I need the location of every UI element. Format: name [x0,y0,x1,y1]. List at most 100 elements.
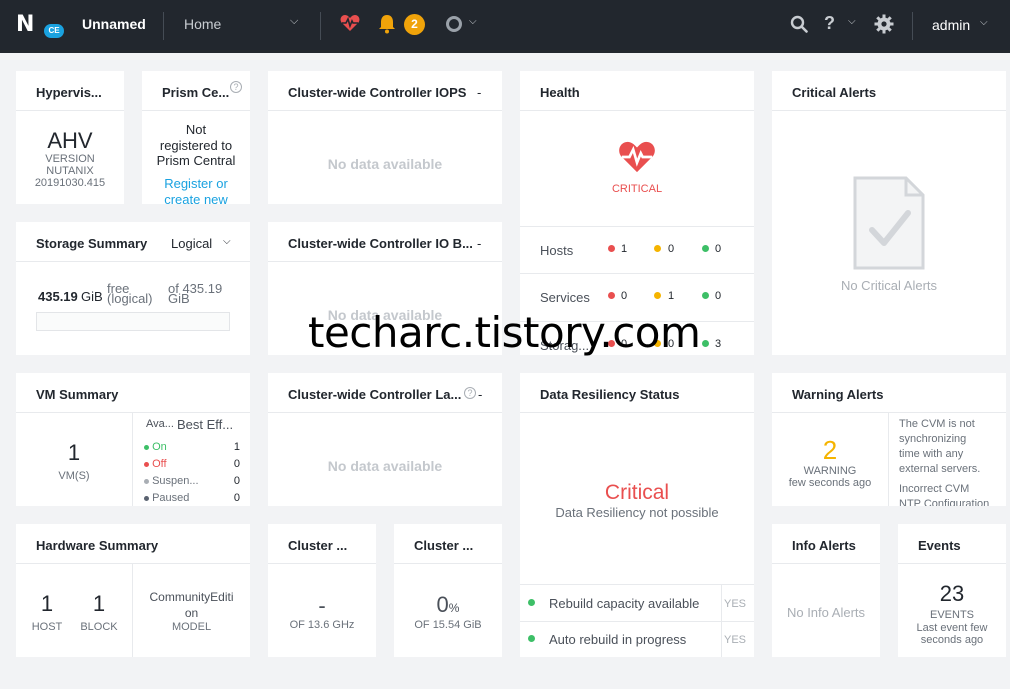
list-item: On 1 [144,439,244,456]
controller-latency-widget[interactable]: Cluster-wide Controller La... ? - No dat… [268,373,502,506]
row-value: YES [724,598,747,610]
widget-title: Cluster-wide Controller IOPS [288,85,467,100]
chevron-down-icon[interactable]: ⌵ [223,236,231,247]
health-row-hosts[interactable]: Hosts 1 0 0 [520,227,754,274]
status-line: Prism Central [156,153,236,168]
chevron-down-icon[interactable]: ⌵ [980,17,988,28]
search-icon[interactable] [790,15,808,33]
cluster-memory-widget[interactable]: Cluster ... 0% OF 15.54 GiB [394,524,502,657]
widget-title: Warning Alerts [792,387,884,402]
link-line[interactable]: Register or [142,176,250,192]
message-line: The CVM is not [899,418,975,430]
divider [268,563,376,564]
list-item: Suspen... 0 [144,473,244,490]
warning-message[interactable]: Incorrect CVM NTP Configuration [899,482,1003,506]
health-heart-icon[interactable] [340,14,360,32]
ok-dot-icon [528,599,535,606]
resiliency-subtitle: Data Resiliency not possible [555,505,719,520]
gear-icon[interactable] [874,14,894,34]
vm-count: 1 [67,440,81,465]
widget-title: Hypervis... [36,85,102,100]
divider [320,12,321,40]
widget-title: Critical Alerts [792,85,877,100]
registration-status: Not registered to Prism Central [142,122,250,169]
storage-summary-widget[interactable]: Storage Summary Logical ⌵ 435.19 GiB fre… [16,222,250,355]
vm-summary-widget[interactable]: VM Summary 1 VM(S) Ava... Best Eff... On… [16,373,250,506]
register-link[interactable]: Register or create new [142,176,250,204]
divider [912,12,913,40]
warning-count: 0 [668,243,675,255]
alert-count-badge[interactable]: 2 [404,14,425,35]
help-icon[interactable]: ? [230,81,242,93]
widget-value: - [478,387,483,402]
divider [16,412,250,413]
model-name: CommunityEditi on [133,589,250,621]
nutanix-logo[interactable]: N CE [16,14,64,38]
tasks-circle-icon[interactable] [446,16,462,32]
ok-count: 3 [715,338,722,350]
critical-count: 0 [621,290,628,302]
divider [16,563,250,564]
free-value: 435.19 [38,289,78,304]
status-line: Not [185,122,207,137]
watermark-text: techarc.tistory.com [308,308,701,357]
warning-count: 2 [822,435,838,465]
widget-title: Events [918,538,961,553]
free-label-line: (logical) [107,291,153,306]
row-value: YES [724,634,747,646]
hardware-summary-widget[interactable]: Hardware Summary 1 HOST 1 BLOCK Communit… [16,524,250,657]
help-icon[interactable]: ? [464,387,476,399]
storage-mode-select[interactable]: Logical [171,236,212,251]
warning-count: 1 [668,290,675,302]
ok-dot-icon [702,245,709,252]
message-line: time with any [899,448,964,460]
host-label: HOST [31,621,63,633]
link-line[interactable]: create new [142,192,250,204]
chevron-down-icon[interactable]: ⌵ [848,16,856,27]
widget-title: Cluster ... [288,538,348,553]
list-item: Off 0 [144,456,244,473]
time-line: Last event few [916,622,988,634]
cluster-name[interactable]: Unnamed [82,16,146,32]
cpu-value: - [318,593,326,618]
column-header: Ava... [146,418,174,430]
divider [721,585,722,621]
vendor-label: NUTANIX [46,165,94,177]
cluster-cpu-widget[interactable]: Cluster ... - OF 13.6 GHz [268,524,376,657]
warning-dot-icon [654,292,661,299]
divider [520,412,754,413]
controller-iops-widget[interactable]: Cluster-wide Controller IOPS - No data a… [268,71,502,204]
events-widget[interactable]: Events 23 EVENTS Last event few seconds … [898,524,1006,657]
warning-alerts-widget[interactable]: Warning Alerts 2 WARNING few seconds ago… [772,373,1006,506]
model-line: CommunityEditi [149,590,234,604]
divider [721,622,722,657]
message-line: synchronizing [899,433,967,445]
help-icon[interactable]: ? [824,13,835,34]
events-count: 23 [939,581,965,606]
column-header: Best Eff... [177,417,234,432]
nav-home[interactable]: Home [184,16,221,32]
divider [772,412,1006,413]
bell-icon[interactable] [378,14,396,34]
critical-alerts-widget[interactable]: Critical Alerts No Critical Alerts [772,71,1006,355]
resiliency-status: Critical [604,481,670,504]
events-time: Last event few seconds ago [898,622,1006,646]
warning-message[interactable]: The CVM is not synchronizing time with a… [899,417,1003,477]
hypervisor-widget[interactable]: Hypervis... AHV VERSION NUTANIX 20191030… [16,71,124,204]
widget-title: Info Alerts [792,538,856,553]
warning-dot-icon [654,245,661,252]
chevron-down-icon[interactable]: ⌵ [469,16,477,27]
row-label: Services [540,290,590,305]
ok-dot-icon [702,292,709,299]
version-label: VERSION [45,153,95,165]
data-resiliency-widget[interactable]: Data Resiliency Status Critical Data Res… [520,373,754,657]
ok-dot-icon [528,635,535,642]
warning-label: WARNING [803,465,857,477]
prism-central-widget[interactable]: Prism Ce... ? Not registered to Prism Ce… [142,71,250,204]
user-menu[interactable]: admin [932,17,970,33]
critical-dot-icon [608,245,615,252]
chevron-down-icon[interactable]: ⌵ [290,15,298,28]
divider [163,12,164,40]
widget-value: - [477,236,482,251]
info-alerts-widget[interactable]: Info Alerts No Info Alerts [772,524,880,657]
